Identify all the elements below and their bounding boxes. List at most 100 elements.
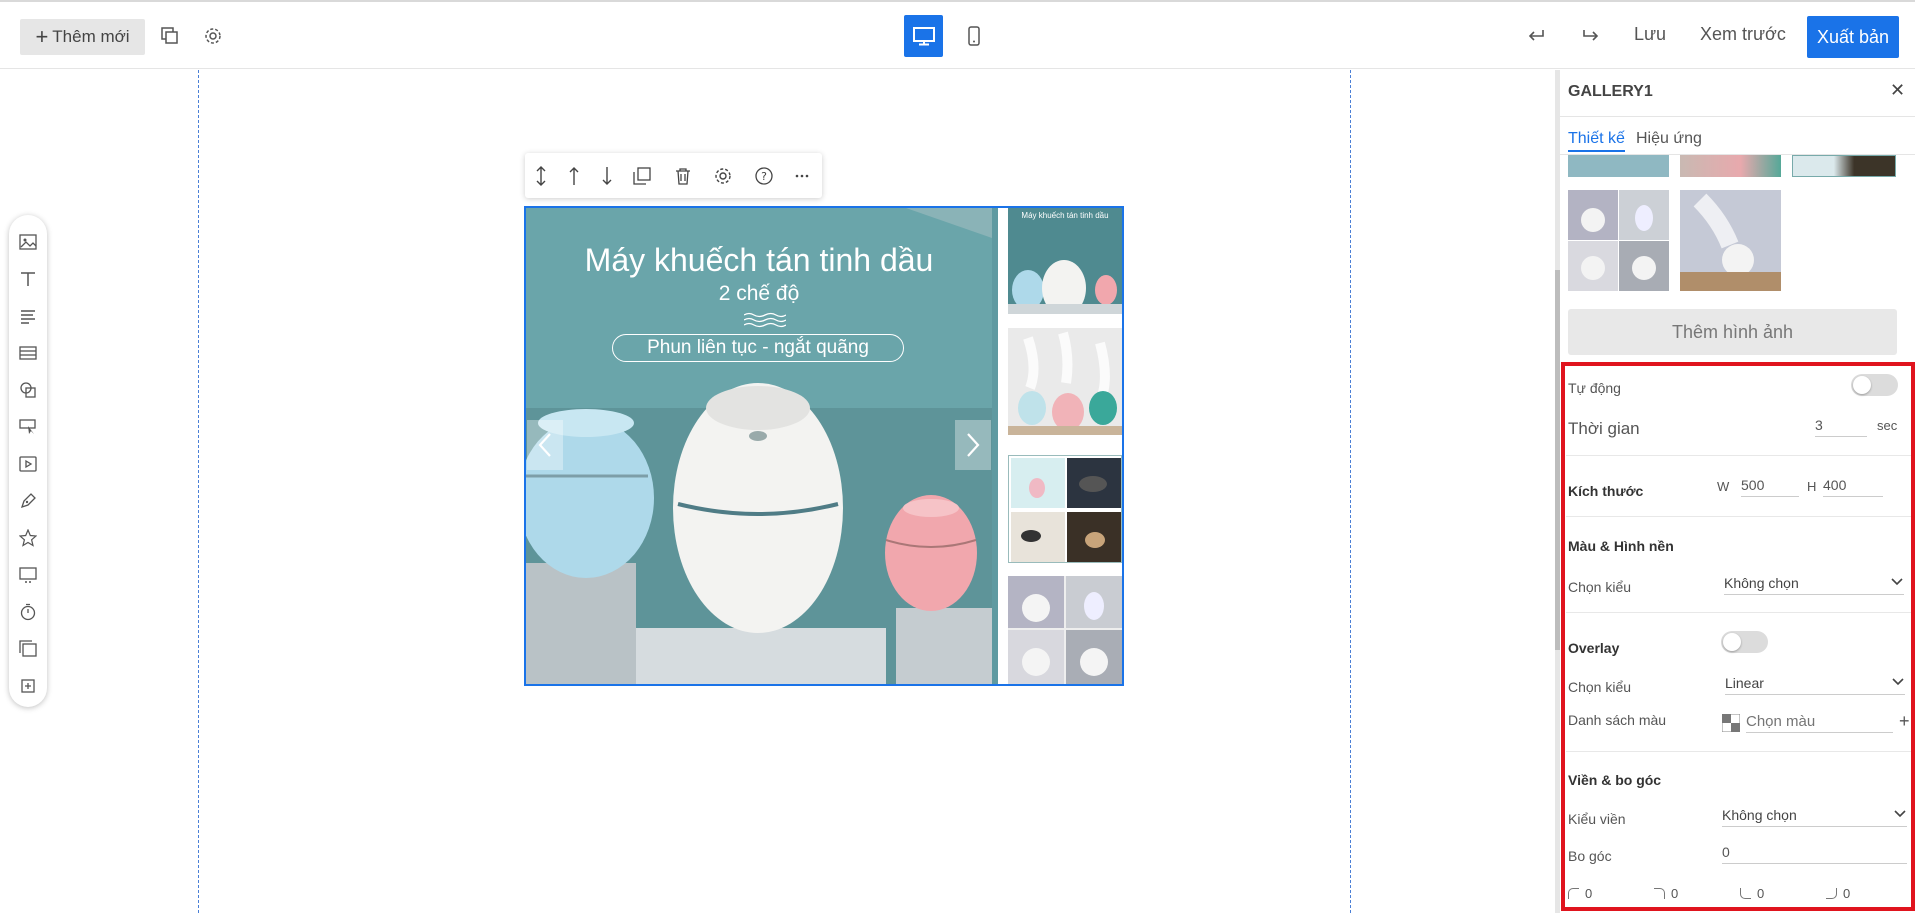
panel-scrollbar-thumb[interactable] [1555, 270, 1560, 650]
button-cursor-icon[interactable] [18, 417, 38, 437]
undo-icon[interactable] [1524, 23, 1550, 49]
chevron-down-icon [1891, 578, 1903, 586]
section-divider [1566, 516, 1911, 517]
radius-input[interactable]: 0 [1722, 844, 1907, 864]
panel-image-set-1[interactable] [1568, 155, 1669, 177]
time-label: Thời gian [1568, 419, 1640, 438]
auto-toggle[interactable] [1851, 374, 1898, 396]
gallery-thumb-2[interactable] [1008, 328, 1122, 435]
bg-style-value: Không chọn [1724, 575, 1799, 591]
width-label: W [1717, 479, 1730, 494]
border-style-select[interactable]: Không chọn [1722, 807, 1907, 827]
time-input[interactable]: 3 [1815, 417, 1867, 437]
move-up-icon[interactable] [563, 165, 585, 187]
canvas-guide-right [1350, 70, 1351, 913]
height-input[interactable]: 400 [1823, 477, 1883, 497]
auto-label: Tự động [1568, 380, 1621, 396]
corner-bottom-left[interactable]: 0 [1740, 886, 1764, 901]
preview-button[interactable]: Xem trước [1700, 24, 1786, 45]
mobile-view-button[interactable] [958, 15, 990, 57]
radius-label: Bo góc [1568, 848, 1612, 864]
color-bg-label: Màu & Hình nền [1568, 538, 1674, 554]
panel-image-set-2[interactable] [1680, 155, 1781, 177]
star-icon[interactable] [18, 528, 38, 548]
corner-value: 0 [1843, 886, 1851, 901]
panel-image-set-3[interactable] [1792, 155, 1896, 177]
gallery-thumb-1[interactable]: Máy khuếch tán tinh dầu [1008, 208, 1122, 314]
panel-image-set-5[interactable] [1680, 190, 1781, 291]
panel-scrollbar[interactable] [1555, 70, 1560, 913]
wave-decoration-icon [744, 312, 786, 328]
chevron-left-icon [538, 433, 551, 457]
duplicate-icon[interactable] [631, 165, 653, 187]
close-icon[interactable]: ✕ [1890, 80, 1905, 101]
overlay-label: Overlay [1568, 640, 1620, 656]
pen-icon[interactable] [18, 491, 38, 511]
chevron-down-icon [1892, 678, 1904, 686]
corner-top-right[interactable]: 0 [1654, 886, 1678, 901]
gallery-next-button[interactable] [955, 420, 991, 470]
gallery-thumb-3[interactable] [1008, 455, 1122, 563]
width-input[interactable]: 500 [1741, 477, 1799, 497]
corner-top-left[interactable]: 0 [1568, 886, 1592, 901]
shapes-icon[interactable] [18, 380, 38, 400]
desktop-icon [912, 27, 935, 46]
overlay-toggle[interactable] [1721, 631, 1768, 653]
corner-bottom-right-icon [1826, 888, 1837, 899]
tab-design[interactable]: Thiết kế [1568, 130, 1625, 152]
panel-image-set-4[interactable] [1568, 190, 1669, 291]
svg-text:?: ? [761, 170, 767, 183]
canvas-guide-left [198, 70, 199, 913]
corner-top-left-icon [1568, 888, 1579, 899]
settings-icon[interactable] [712, 165, 734, 187]
gallery-thumb-4[interactable] [1008, 576, 1122, 684]
text-icon[interactable] [18, 269, 38, 289]
add-image-button[interactable]: Thêm hình ảnh [1568, 309, 1897, 355]
gallery-main-image: Máy khuếch tán tinh dầu 2 chế độ Phun li… [526, 208, 992, 684]
element-toolbar: ? [525, 153, 822, 198]
layers-icon[interactable] [157, 23, 183, 49]
move-down-icon[interactable] [596, 165, 618, 187]
border-section-label: Viền & bo góc [1568, 772, 1662, 788]
mobile-icon [968, 26, 980, 46]
gallery-icon[interactable] [18, 639, 38, 659]
resize-vertical-icon[interactable] [530, 165, 552, 187]
add-color-icon[interactable]: + [1899, 711, 1910, 732]
plus-icon: + [35, 24, 49, 49]
section-divider [1566, 751, 1911, 752]
section-divider [1566, 612, 1911, 613]
add-new-button[interactable]: + Thêm mới [20, 19, 145, 55]
gear-icon[interactable] [200, 23, 226, 49]
chevron-right-icon [967, 433, 980, 457]
section-icon[interactable] [18, 343, 38, 363]
frame-icon[interactable] [18, 676, 38, 696]
overlay-style-select[interactable]: Linear [1725, 675, 1905, 695]
section-divider [1566, 455, 1911, 456]
redo-icon[interactable] [1577, 23, 1603, 49]
time-unit: sec [1877, 418, 1898, 433]
more-icon[interactable] [791, 165, 813, 187]
color-list-label: Danh sách màu [1568, 712, 1667, 728]
paragraph-icon[interactable] [18, 306, 38, 326]
video-icon[interactable] [18, 454, 38, 474]
color-input[interactable] [1746, 711, 1893, 733]
bg-style-select[interactable]: Không chọn [1724, 575, 1904, 595]
border-style-label: Kiểu viền [1568, 811, 1626, 827]
delete-icon[interactable] [672, 165, 694, 187]
gallery-prev-button[interactable] [527, 420, 563, 470]
corner-value: 0 [1585, 886, 1593, 901]
corner-top-right-icon [1654, 888, 1665, 899]
image-icon[interactable] [18, 232, 38, 252]
publish-button[interactable]: Xuất bản [1807, 16, 1899, 58]
tab-effects[interactable]: Hiệu ứng [1636, 130, 1702, 148]
element-sidebar [9, 215, 47, 707]
chevron-down-icon [1894, 810, 1906, 818]
desktop-view-button[interactable] [904, 15, 943, 57]
gallery-element[interactable]: Máy khuếch tán tinh dầu 2 chế độ Phun li… [524, 206, 1124, 686]
timer-icon[interactable] [18, 602, 38, 622]
corner-bottom-right[interactable]: 0 [1826, 886, 1850, 901]
slideshow-icon[interactable] [18, 565, 38, 585]
toggle-knob [1853, 376, 1871, 394]
help-icon[interactable]: ? [753, 165, 775, 187]
save-button[interactable]: Lưu [1634, 24, 1666, 45]
